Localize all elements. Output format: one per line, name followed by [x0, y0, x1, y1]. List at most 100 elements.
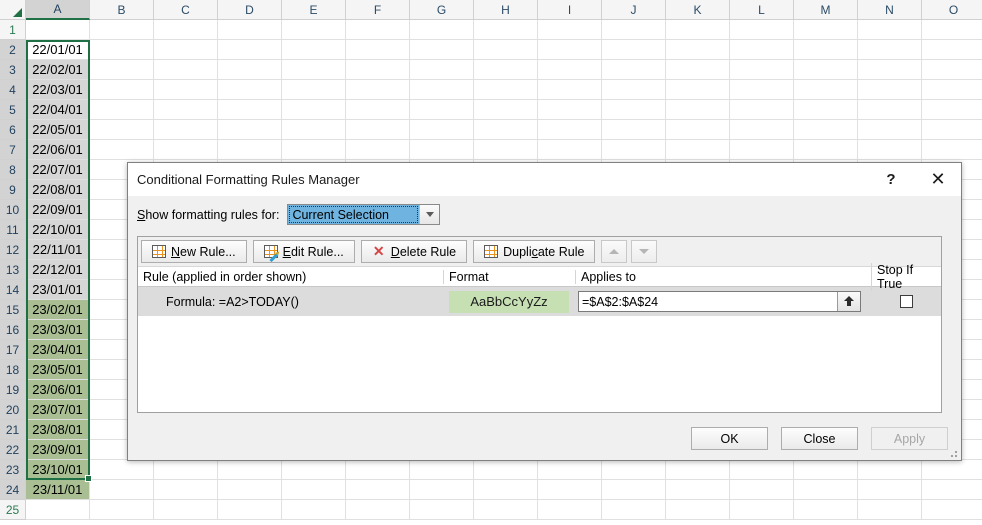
cell-O25[interactable] [922, 500, 982, 520]
cell-G6[interactable] [410, 120, 474, 140]
cell-G3[interactable] [410, 60, 474, 80]
cell-E4[interactable] [282, 80, 346, 100]
cell-F2[interactable] [346, 40, 410, 60]
cell-B2[interactable] [90, 40, 154, 60]
column-header-e[interactable]: E [282, 0, 346, 20]
cell-L3[interactable] [730, 60, 794, 80]
cell-N6[interactable] [858, 120, 922, 140]
cell-D24[interactable] [218, 480, 282, 500]
cell-H24[interactable] [474, 480, 538, 500]
row-header-6[interactable]: 6 [0, 120, 26, 140]
column-header-k[interactable]: K [666, 0, 730, 20]
cell-B6[interactable] [90, 120, 154, 140]
cell-L5[interactable] [730, 100, 794, 120]
cell-J2[interactable] [602, 40, 666, 60]
delete-rule-button[interactable]: ✕ Delete Rule [360, 240, 468, 263]
cell-F25[interactable] [346, 500, 410, 520]
cell-J3[interactable] [602, 60, 666, 80]
cell-K25[interactable] [666, 500, 730, 520]
cell-E23[interactable] [282, 460, 346, 480]
range-selector-button[interactable] [837, 292, 860, 311]
cell-O6[interactable] [922, 120, 982, 140]
cell-M4[interactable] [794, 80, 858, 100]
cell-I4[interactable] [538, 80, 602, 100]
cell-A2[interactable]: 22/01/01 [26, 40, 90, 60]
column-header-j[interactable]: J [602, 0, 666, 20]
row-header-9[interactable]: 9 [0, 180, 26, 200]
cell-A22[interactable]: 23/09/01 [26, 440, 90, 460]
row-header-19[interactable]: 19 [0, 380, 26, 400]
cell-H25[interactable] [474, 500, 538, 520]
cell-O3[interactable] [922, 60, 982, 80]
cell-B25[interactable] [90, 500, 154, 520]
new-rule-button[interactable]: New Rule... [141, 240, 247, 263]
cell-D2[interactable] [218, 40, 282, 60]
cell-A5[interactable]: 22/04/01 [26, 100, 90, 120]
cell-C6[interactable] [154, 120, 218, 140]
cell-D3[interactable] [218, 60, 282, 80]
cell-I24[interactable] [538, 480, 602, 500]
row-header-8[interactable]: 8 [0, 160, 26, 180]
row-header-22[interactable]: 22 [0, 440, 26, 460]
row-header-24[interactable]: 24 [0, 480, 26, 500]
cell-A21[interactable]: 23/08/01 [26, 420, 90, 440]
row-header-11[interactable]: 11 [0, 220, 26, 240]
column-header-g[interactable]: G [410, 0, 474, 20]
cell-J4[interactable] [602, 80, 666, 100]
cell-D1[interactable] [218, 20, 282, 40]
selection-fill-handle[interactable] [85, 475, 92, 482]
cell-M2[interactable] [794, 40, 858, 60]
cell-M6[interactable] [794, 120, 858, 140]
cell-E1[interactable] [282, 20, 346, 40]
column-header-f[interactable]: F [346, 0, 410, 20]
cell-F1[interactable] [346, 20, 410, 40]
cell-G2[interactable] [410, 40, 474, 60]
cell-M3[interactable] [794, 60, 858, 80]
cell-A9[interactable]: 22/08/01 [26, 180, 90, 200]
cell-C7[interactable] [154, 140, 218, 160]
cell-K6[interactable] [666, 120, 730, 140]
cell-G24[interactable] [410, 480, 474, 500]
cell-C2[interactable] [154, 40, 218, 60]
row-header-18[interactable]: 18 [0, 360, 26, 380]
cell-J6[interactable] [602, 120, 666, 140]
row-header-1[interactable]: 1 [0, 20, 26, 40]
cell-C3[interactable] [154, 60, 218, 80]
cell-A20[interactable]: 23/07/01 [26, 400, 90, 420]
edit-rule-button[interactable]: Edit Rule... [252, 240, 355, 263]
column-header-d[interactable]: D [218, 0, 282, 20]
cell-D6[interactable] [218, 120, 282, 140]
cell-D5[interactable] [218, 100, 282, 120]
cell-H5[interactable] [474, 100, 538, 120]
dialog-titlebar[interactable]: Conditional Formatting Rules Manager ? ✕ [128, 163, 961, 196]
cell-A11[interactable]: 22/10/01 [26, 220, 90, 240]
cell-E3[interactable] [282, 60, 346, 80]
column-header-m[interactable]: M [794, 0, 858, 20]
cell-H4[interactable] [474, 80, 538, 100]
cell-L1[interactable] [730, 20, 794, 40]
move-rule-down-button[interactable] [631, 240, 658, 263]
cell-E5[interactable] [282, 100, 346, 120]
row-header-3[interactable]: 3 [0, 60, 26, 80]
row-header-23[interactable]: 23 [0, 460, 26, 480]
cell-N23[interactable] [858, 460, 922, 480]
move-rule-up-button[interactable] [601, 240, 628, 263]
table-row[interactable]: Formula: =A2>TODAY() AaBbCcYyZz =$A$2:$A… [138, 287, 941, 316]
cell-I1[interactable] [538, 20, 602, 40]
cell-L24[interactable] [730, 480, 794, 500]
cell-H6[interactable] [474, 120, 538, 140]
cell-C4[interactable] [154, 80, 218, 100]
cell-B5[interactable] [90, 100, 154, 120]
cell-F5[interactable] [346, 100, 410, 120]
cell-I3[interactable] [538, 60, 602, 80]
cell-J23[interactable] [602, 460, 666, 480]
cell-E2[interactable] [282, 40, 346, 60]
column-header-a[interactable]: A [26, 0, 90, 20]
cell-M23[interactable] [794, 460, 858, 480]
row-header-13[interactable]: 13 [0, 260, 26, 280]
cell-L25[interactable] [730, 500, 794, 520]
row-header-4[interactable]: 4 [0, 80, 26, 100]
column-header-o[interactable]: O [922, 0, 982, 20]
cell-O7[interactable] [922, 140, 982, 160]
cell-K3[interactable] [666, 60, 730, 80]
